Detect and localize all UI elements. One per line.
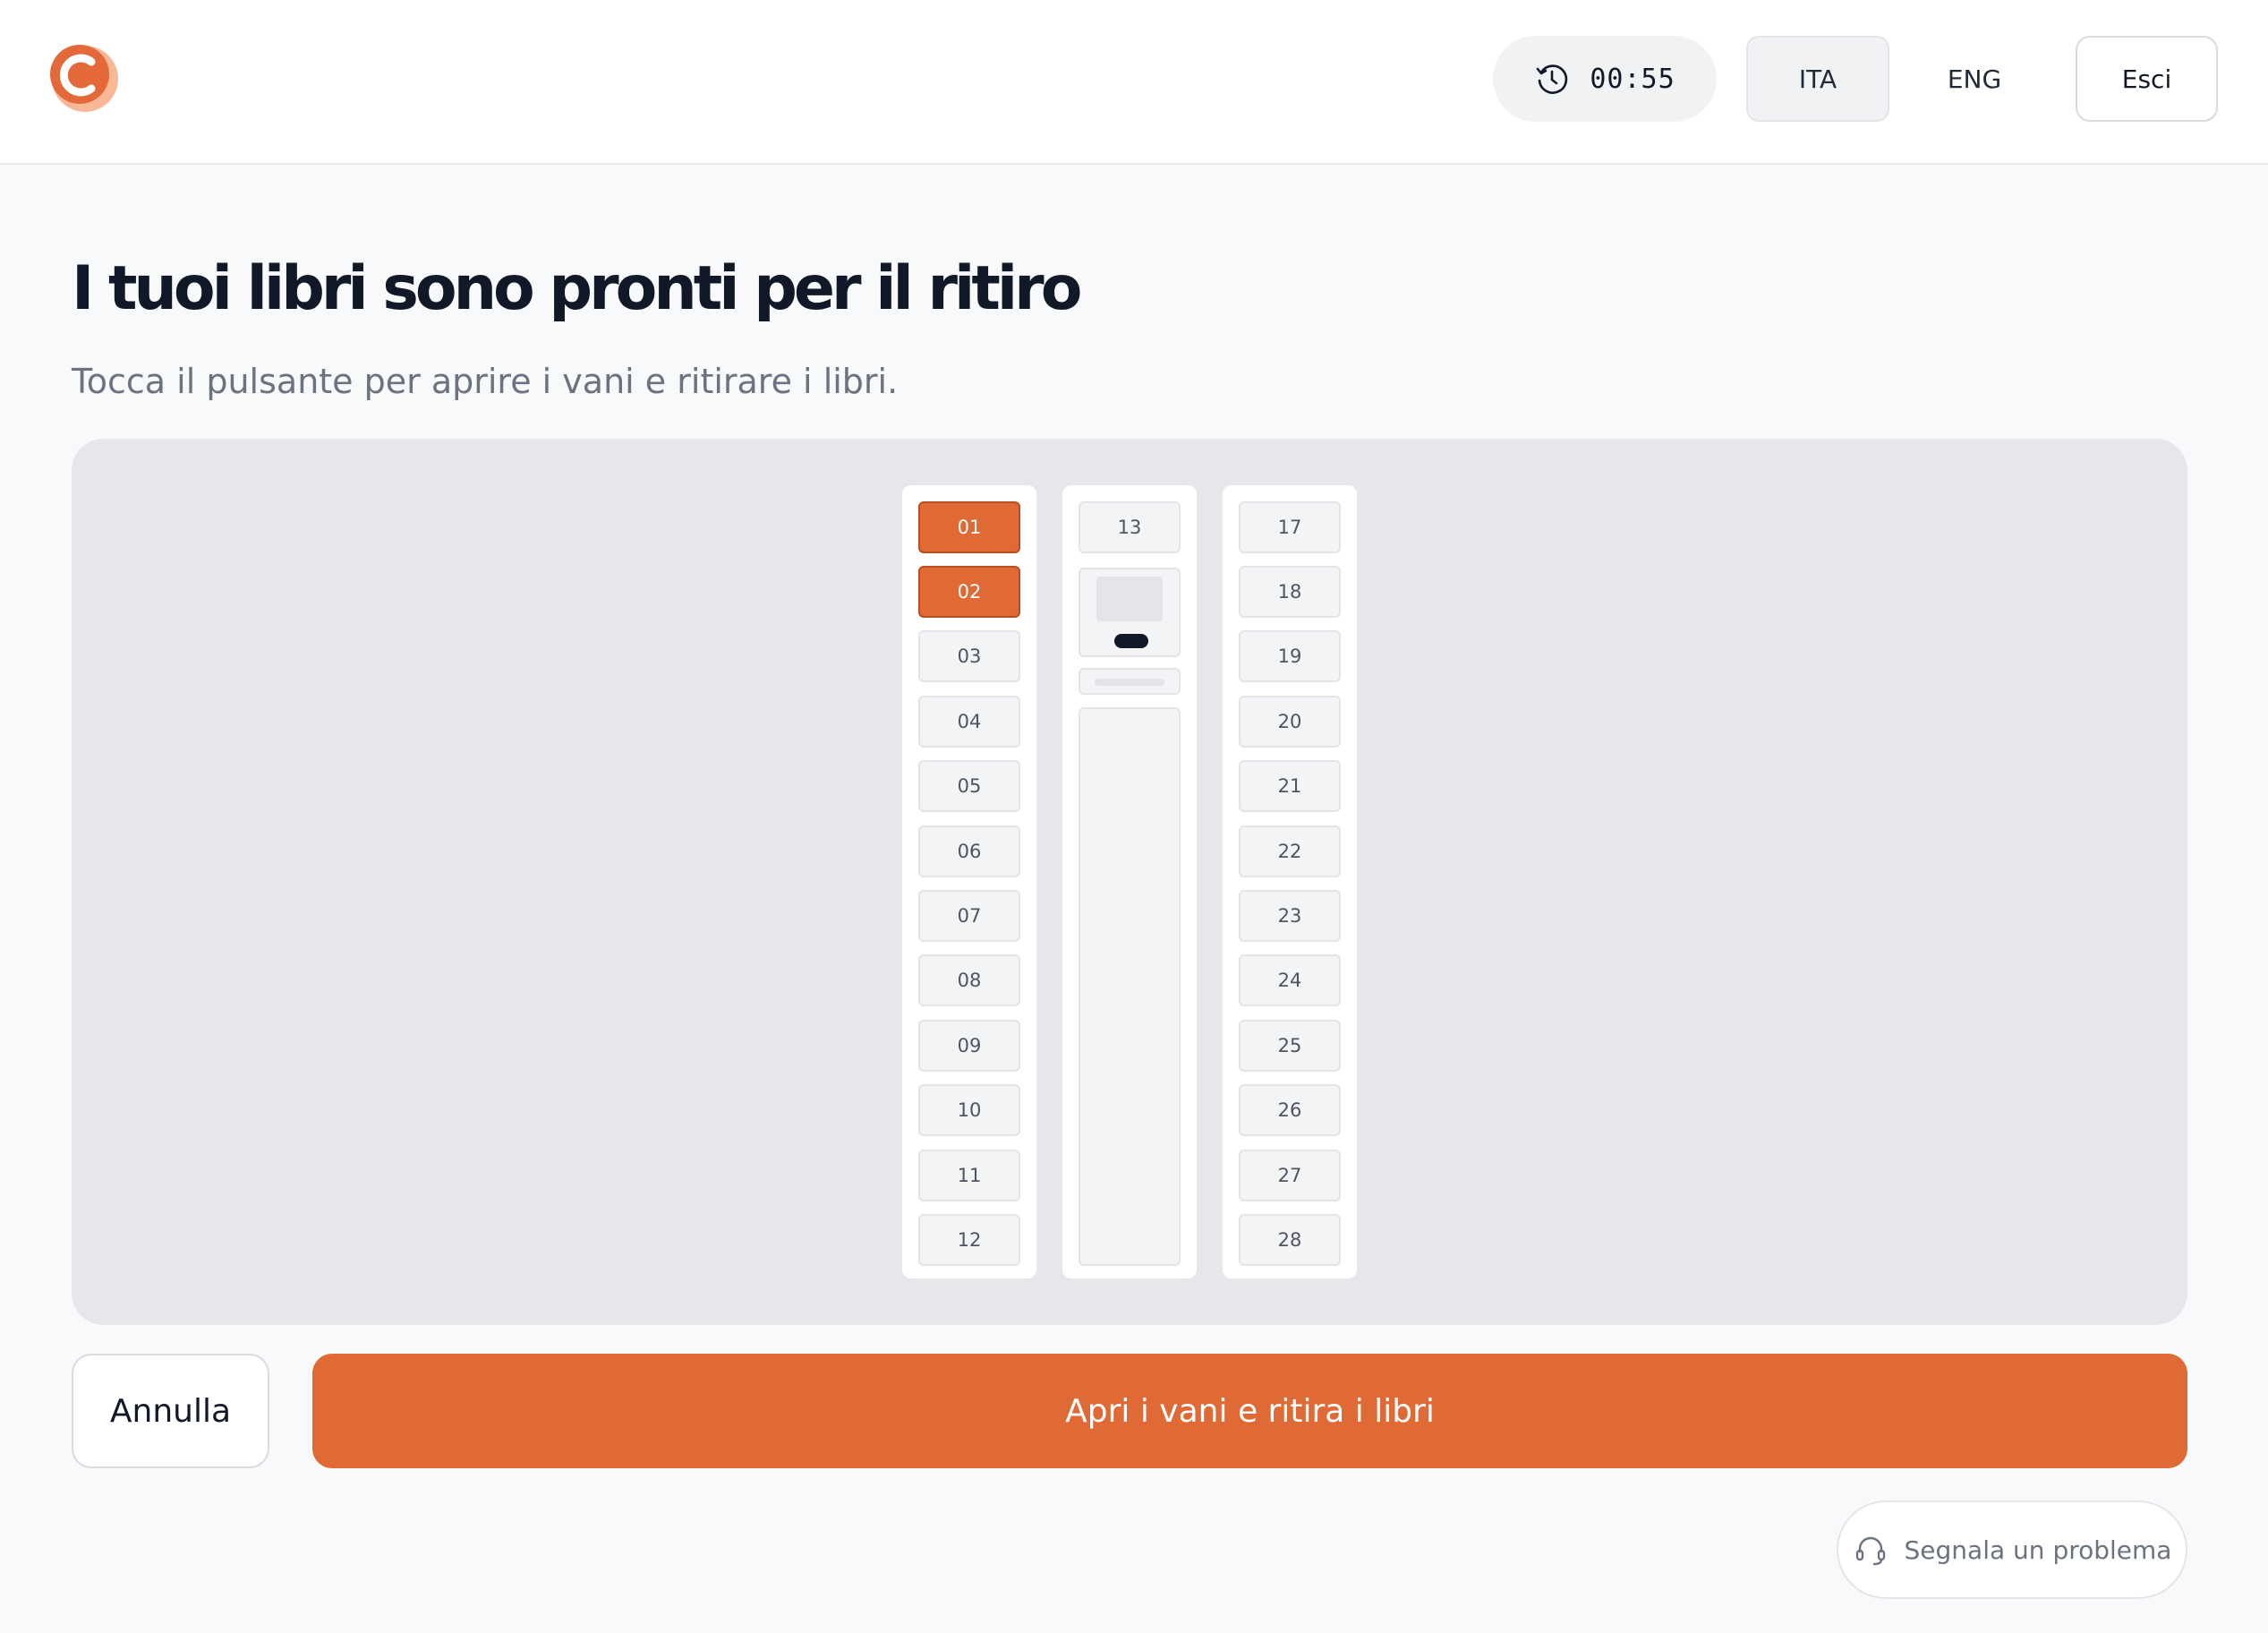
locker-slot-20[interactable]: 20 (1239, 696, 1341, 748)
page-subtitle: Tocca il pulsante per aprire i vani e ri… (72, 362, 899, 401)
locker-slot-27[interactable]: 27 (1239, 1150, 1341, 1201)
locker-slot-01[interactable]: 01 (918, 501, 1020, 553)
locker-slot-03[interactable]: 03 (918, 630, 1020, 682)
header: 00:55 ITA ENG Esci (0, 0, 2268, 165)
return-slot (1079, 668, 1181, 695)
large-compartment (1079, 707, 1181, 1266)
locker-slot-06[interactable]: 06 (918, 825, 1020, 877)
report-problem-label: Segnala un problema (1904, 1535, 2172, 1565)
language-ita-button[interactable]: ITA (1746, 36, 1889, 122)
headset-icon (1853, 1532, 1889, 1568)
return-slot-opening (1095, 679, 1164, 686)
locker-slot-09[interactable]: 09 (918, 1020, 1020, 1072)
locker-slot-19[interactable]: 19 (1239, 630, 1341, 682)
locker-slot-25[interactable]: 25 (1239, 1020, 1341, 1072)
locker-slot-10[interactable]: 10 (918, 1084, 1020, 1136)
locker-slot-12[interactable]: 12 (918, 1214, 1020, 1266)
locker-column-left: 01 02 03 04 05 06 07 08 09 10 11 12 (902, 485, 1036, 1278)
timer-value: 00:55 (1590, 63, 1675, 95)
page-title: I tuoi libri sono pronti per il ritiro (72, 253, 1082, 324)
locker-slot-24[interactable]: 24 (1239, 954, 1341, 1006)
locker-slot-05[interactable]: 05 (918, 760, 1020, 812)
locker-slot-22[interactable]: 22 (1239, 825, 1341, 877)
locker-slot-18[interactable]: 18 (1239, 566, 1341, 618)
report-problem-button[interactable]: Segnala un problema (1837, 1500, 2187, 1599)
card-reader (1114, 634, 1148, 648)
kiosk-display (1096, 577, 1163, 621)
locker-slot-23[interactable]: 23 (1239, 890, 1341, 942)
locker-slot-04[interactable]: 04 (918, 696, 1020, 748)
cancel-button[interactable]: Annulla (72, 1354, 269, 1468)
language-eng-button[interactable]: ENG (1903, 36, 2046, 122)
c-logo-icon (45, 40, 122, 114)
locker-slot-08[interactable]: 08 (918, 954, 1020, 1006)
session-timer: 00:55 (1493, 36, 1717, 122)
locker-slot-11[interactable]: 11 (918, 1150, 1020, 1201)
locker-column-center: 13 (1062, 485, 1197, 1278)
open-compartments-button[interactable]: Apri i vani e ritira i libri (312, 1354, 2187, 1468)
locker-slot-28[interactable]: 28 (1239, 1214, 1341, 1266)
clock-history-icon (1534, 61, 1570, 97)
locker-column-right: 17 18 19 20 21 22 23 24 25 26 27 28 (1223, 485, 1357, 1278)
locker-slot-17[interactable]: 17 (1239, 501, 1341, 553)
locker-slot-26[interactable]: 26 (1239, 1084, 1341, 1136)
kiosk-screen-unit (1079, 568, 1181, 657)
locker-slot-02[interactable]: 02 (918, 566, 1020, 618)
locker-slot-21[interactable]: 21 (1239, 760, 1341, 812)
locker-slot-07[interactable]: 07 (918, 890, 1020, 942)
locker-slot-13[interactable]: 13 (1079, 501, 1181, 553)
exit-button[interactable]: Esci (2076, 36, 2218, 122)
